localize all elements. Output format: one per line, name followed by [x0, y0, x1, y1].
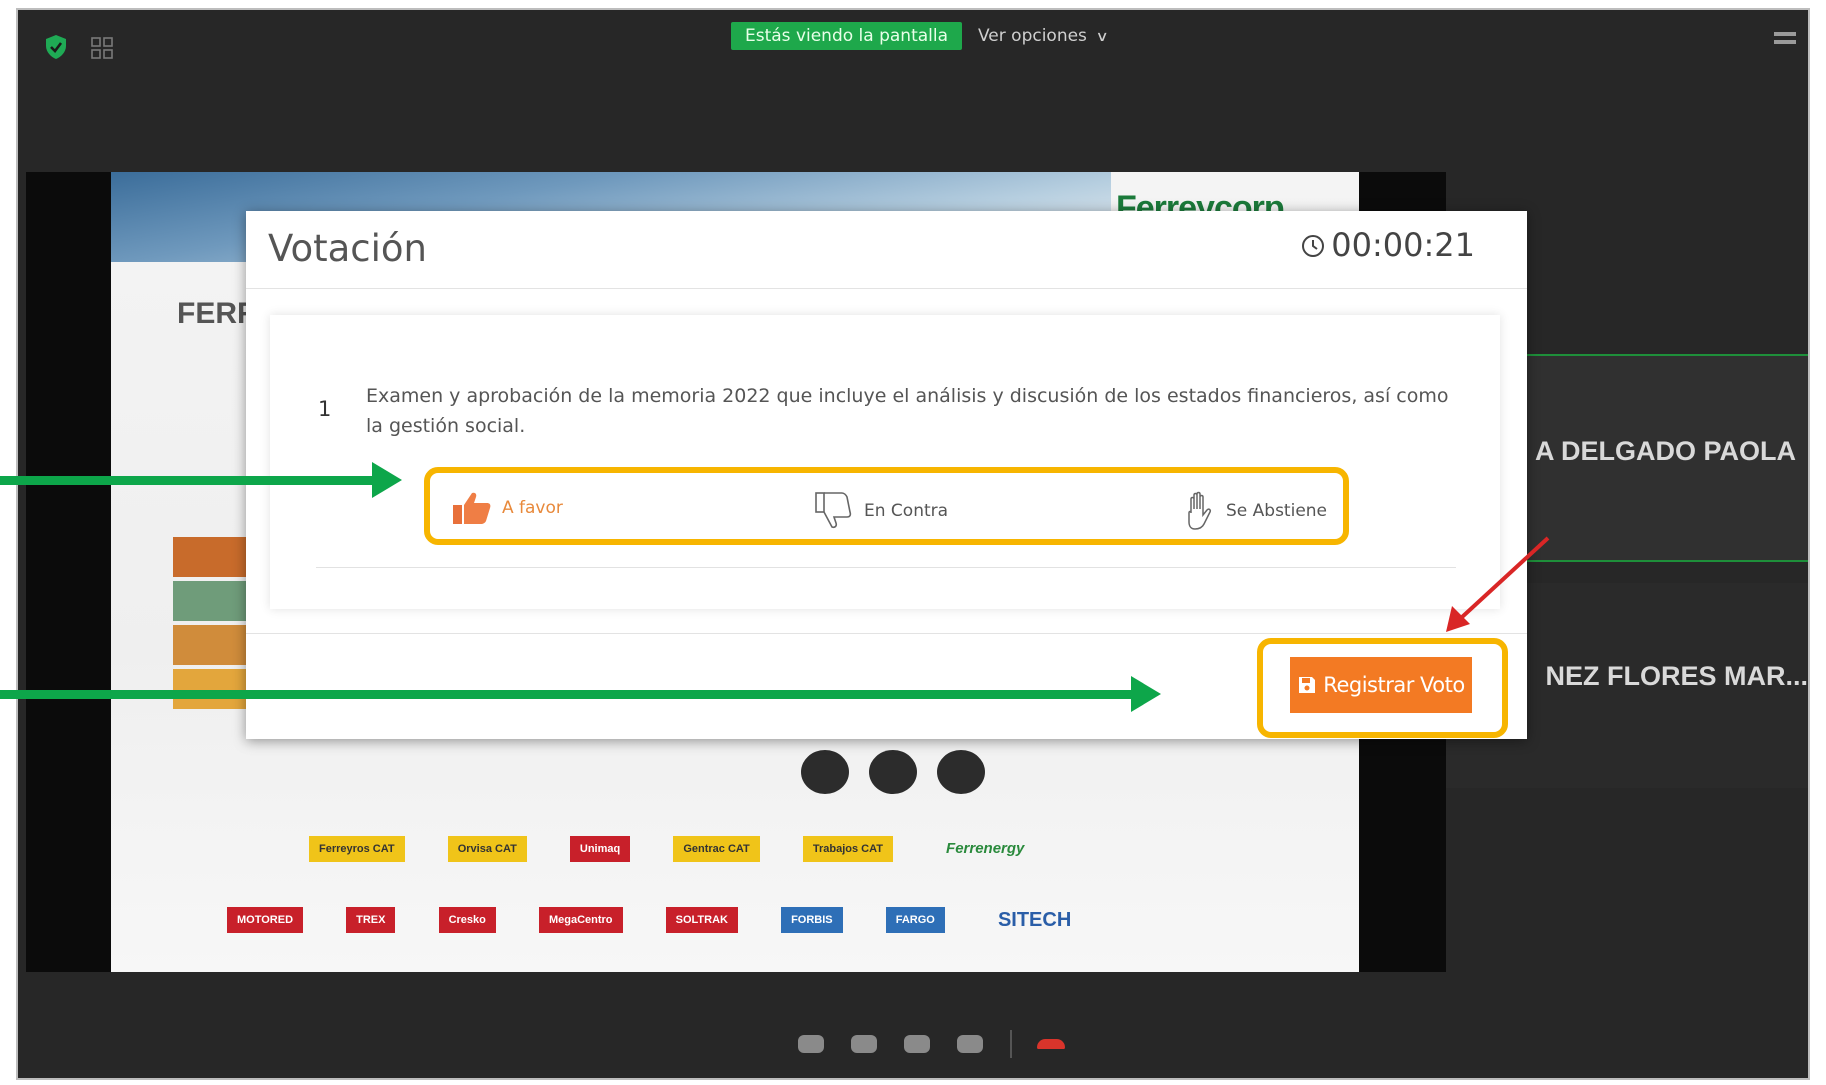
logo-trabajos: Trabajos CAT: [802, 836, 893, 862]
participants-icon[interactable]: [904, 1035, 931, 1053]
raise-hand-icon[interactable]: [957, 1035, 984, 1053]
hang-up-icon[interactable]: [1037, 1039, 1066, 1049]
view-options-menu[interactable]: Ver opciones ∨: [978, 24, 1109, 49]
screen-share-notice: Estás viendo la pantalla: [731, 22, 963, 50]
thumbs-up-icon: [453, 492, 491, 524]
chat-icon[interactable]: [851, 1035, 878, 1053]
save-icon: [1299, 677, 1316, 693]
footer-divider: [246, 633, 1527, 634]
card-divider: [316, 567, 1456, 568]
logo-soltrak: SOLTRAK: [665, 907, 738, 933]
question-card: 1 Examen y aprobación de la memoria 2022…: [270, 315, 1500, 609]
vote-option-abstiene-label: Se Abstiene: [1226, 501, 1328, 521]
logo-fargo: FARGO: [885, 907, 945, 933]
logo-trex: TREX: [346, 907, 396, 933]
voting-dialog: Votación 00:00:21 1 Examen y aprobación …: [246, 211, 1527, 739]
vote-option-contra-label: En Contra: [864, 501, 949, 521]
register-vote-button[interactable]: Registrar Voto: [1290, 657, 1472, 713]
logo-gentrac: Gentrac CAT: [673, 836, 760, 862]
top-bar: Estás viendo la pantalla Ver opciones ∨: [18, 10, 1808, 70]
logo-unimaq: Unimaq: [569, 836, 631, 862]
timer-value: 00:00:21: [1331, 226, 1475, 264]
truck-wheels-image: [801, 750, 1005, 798]
thumbs-down-icon: [815, 492, 852, 529]
logo-forbis: FORBIS: [781, 907, 843, 933]
register-vote-label: Registrar Voto: [1323, 673, 1465, 697]
vote-options-highlight: A favor En Contra Se Abstiene: [424, 467, 1349, 545]
dialog-divider: [246, 288, 1527, 289]
grid-view-icon[interactable]: [90, 36, 114, 60]
logo-ferrenergy: Ferrenergy: [946, 840, 1025, 857]
chevron-down-icon: ∨: [1095, 29, 1109, 45]
annotation-arrow-options: [0, 462, 402, 498]
raised-hand-icon: [1188, 491, 1211, 530]
logo-megacentro: MegaCentro: [538, 907, 623, 933]
headphones-icon[interactable]: [798, 1035, 824, 1053]
logo-row-2: MOTORED TREX Cresko MegaCentro SOLTRAK F…: [111, 907, 1359, 933]
annotation-arrow-submit: [0, 676, 1161, 712]
participant-name: NEZ FLORES MAR...: [1545, 661, 1809, 691]
vote-option-favor[interactable]: A favor: [452, 491, 563, 525]
logo-row-1: Ferreyros CAT Orvisa CAT Unimaq Gentrac …: [111, 836, 1359, 862]
meeting-controls: [798, 1030, 1087, 1058]
question-text: Examen y aprobación de la memoria 2022 q…: [366, 385, 1449, 437]
logo-motored: MOTORED: [227, 907, 304, 933]
logo-ferreyros: Ferreyros CAT: [309, 836, 405, 862]
logo-orvisa: Orvisa CAT: [447, 836, 527, 862]
vote-timer: 00:00:21: [1301, 226, 1475, 264]
logo-cresko: Cresko: [438, 907, 496, 933]
clock-icon: [1302, 235, 1325, 257]
vote-option-contra[interactable]: En Contra: [814, 491, 948, 531]
toolbar-divider: [1010, 1030, 1013, 1058]
vote-option-favor-label: A favor: [502, 498, 563, 518]
shield-check-icon[interactable]: [44, 34, 68, 60]
logo-sitech: SITECH: [997, 909, 1072, 931]
dialog-title: Votación: [268, 227, 427, 270]
vote-option-abstiene[interactable]: Se Abstiene: [1182, 491, 1327, 531]
menu-icon[interactable]: [1774, 32, 1796, 54]
view-options-label: Ver opciones: [978, 26, 1087, 46]
question-number: 1: [318, 397, 332, 421]
participant-name: A DELGADO PAOLA: [1535, 436, 1796, 466]
